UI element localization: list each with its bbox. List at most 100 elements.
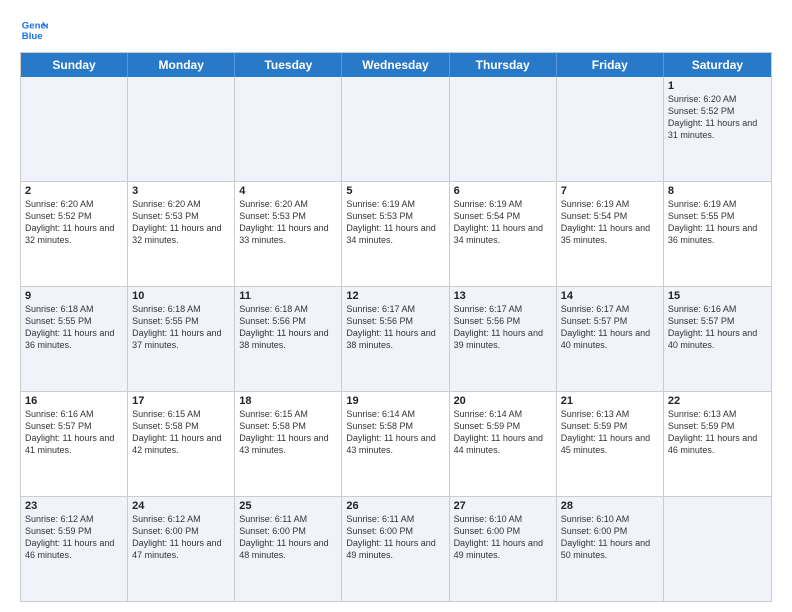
calendar-header-row: SundayMondayTuesdayWednesdayThursdayFrid…	[21, 53, 771, 77]
calendar-cell: 28Sunrise: 6:10 AM Sunset: 6:00 PM Dayli…	[557, 497, 664, 601]
day-info: Sunrise: 6:15 AM Sunset: 5:58 PM Dayligh…	[132, 408, 230, 457]
calendar-cell: 26Sunrise: 6:11 AM Sunset: 6:00 PM Dayli…	[342, 497, 449, 601]
cal-header-friday: Friday	[557, 53, 664, 77]
cal-header-monday: Monday	[128, 53, 235, 77]
svg-text:General: General	[22, 20, 48, 31]
calendar-cell: 7Sunrise: 6:19 AM Sunset: 5:54 PM Daylig…	[557, 182, 664, 286]
day-number: 18	[239, 395, 337, 407]
cal-header-thursday: Thursday	[450, 53, 557, 77]
calendar-week-0: 1Sunrise: 6:20 AM Sunset: 5:52 PM Daylig…	[21, 77, 771, 182]
calendar-cell: 17Sunrise: 6:15 AM Sunset: 5:58 PM Dayli…	[128, 392, 235, 496]
page: General Blue SundayMondayTuesdayWednesda…	[0, 0, 792, 612]
calendar-cell	[128, 77, 235, 181]
calendar-cell: 6Sunrise: 6:19 AM Sunset: 5:54 PM Daylig…	[450, 182, 557, 286]
day-number: 8	[668, 185, 767, 197]
calendar-cell: 15Sunrise: 6:16 AM Sunset: 5:57 PM Dayli…	[664, 287, 771, 391]
day-number: 25	[239, 500, 337, 512]
day-number: 20	[454, 395, 552, 407]
calendar-cell: 16Sunrise: 6:16 AM Sunset: 5:57 PM Dayli…	[21, 392, 128, 496]
day-number: 22	[668, 395, 767, 407]
day-number: 10	[132, 290, 230, 302]
calendar-cell: 9Sunrise: 6:18 AM Sunset: 5:55 PM Daylig…	[21, 287, 128, 391]
svg-text:Blue: Blue	[22, 31, 43, 42]
calendar-week-4: 23Sunrise: 6:12 AM Sunset: 5:59 PM Dayli…	[21, 497, 771, 601]
calendar-week-1: 2Sunrise: 6:20 AM Sunset: 5:52 PM Daylig…	[21, 182, 771, 287]
day-number: 9	[25, 290, 123, 302]
day-info: Sunrise: 6:19 AM Sunset: 5:55 PM Dayligh…	[668, 198, 767, 247]
calendar-body: 1Sunrise: 6:20 AM Sunset: 5:52 PM Daylig…	[21, 77, 771, 601]
day-number: 28	[561, 500, 659, 512]
calendar-cell: 2Sunrise: 6:20 AM Sunset: 5:52 PM Daylig…	[21, 182, 128, 286]
day-info: Sunrise: 6:13 AM Sunset: 5:59 PM Dayligh…	[561, 408, 659, 457]
cal-header-sunday: Sunday	[21, 53, 128, 77]
day-number: 27	[454, 500, 552, 512]
calendar-cell: 12Sunrise: 6:17 AM Sunset: 5:56 PM Dayli…	[342, 287, 449, 391]
day-info: Sunrise: 6:18 AM Sunset: 5:55 PM Dayligh…	[25, 303, 123, 352]
day-number: 6	[454, 185, 552, 197]
calendar-cell: 24Sunrise: 6:12 AM Sunset: 6:00 PM Dayli…	[128, 497, 235, 601]
calendar-cell: 4Sunrise: 6:20 AM Sunset: 5:53 PM Daylig…	[235, 182, 342, 286]
calendar-cell: 11Sunrise: 6:18 AM Sunset: 5:56 PM Dayli…	[235, 287, 342, 391]
day-info: Sunrise: 6:17 AM Sunset: 5:56 PM Dayligh…	[454, 303, 552, 352]
day-number: 13	[454, 290, 552, 302]
calendar-cell	[21, 77, 128, 181]
day-info: Sunrise: 6:11 AM Sunset: 6:00 PM Dayligh…	[346, 513, 444, 562]
day-info: Sunrise: 6:12 AM Sunset: 5:59 PM Dayligh…	[25, 513, 123, 562]
calendar-cell	[450, 77, 557, 181]
day-number: 21	[561, 395, 659, 407]
header: General Blue	[20, 16, 772, 44]
calendar-cell: 23Sunrise: 6:12 AM Sunset: 5:59 PM Dayli…	[21, 497, 128, 601]
day-info: Sunrise: 6:17 AM Sunset: 5:57 PM Dayligh…	[561, 303, 659, 352]
day-number: 19	[346, 395, 444, 407]
day-info: Sunrise: 6:12 AM Sunset: 6:00 PM Dayligh…	[132, 513, 230, 562]
calendar-cell	[557, 77, 664, 181]
day-info: Sunrise: 6:20 AM Sunset: 5:52 PM Dayligh…	[668, 93, 767, 142]
day-info: Sunrise: 6:18 AM Sunset: 5:55 PM Dayligh…	[132, 303, 230, 352]
day-number: 23	[25, 500, 123, 512]
logo: General Blue	[20, 16, 48, 44]
day-info: Sunrise: 6:14 AM Sunset: 5:59 PM Dayligh…	[454, 408, 552, 457]
day-number: 3	[132, 185, 230, 197]
day-info: Sunrise: 6:20 AM Sunset: 5:53 PM Dayligh…	[132, 198, 230, 247]
day-info: Sunrise: 6:16 AM Sunset: 5:57 PM Dayligh…	[25, 408, 123, 457]
day-info: Sunrise: 6:18 AM Sunset: 5:56 PM Dayligh…	[239, 303, 337, 352]
calendar-cell: 5Sunrise: 6:19 AM Sunset: 5:53 PM Daylig…	[342, 182, 449, 286]
day-number: 11	[239, 290, 337, 302]
day-number: 5	[346, 185, 444, 197]
day-number: 16	[25, 395, 123, 407]
calendar-cell: 25Sunrise: 6:11 AM Sunset: 6:00 PM Dayli…	[235, 497, 342, 601]
calendar-cell: 18Sunrise: 6:15 AM Sunset: 5:58 PM Dayli…	[235, 392, 342, 496]
calendar-week-2: 9Sunrise: 6:18 AM Sunset: 5:55 PM Daylig…	[21, 287, 771, 392]
calendar-cell: 8Sunrise: 6:19 AM Sunset: 5:55 PM Daylig…	[664, 182, 771, 286]
calendar-cell: 19Sunrise: 6:14 AM Sunset: 5:58 PM Dayli…	[342, 392, 449, 496]
calendar-cell	[235, 77, 342, 181]
calendar-cell	[342, 77, 449, 181]
day-number: 2	[25, 185, 123, 197]
day-number: 15	[668, 290, 767, 302]
calendar-week-3: 16Sunrise: 6:16 AM Sunset: 5:57 PM Dayli…	[21, 392, 771, 497]
day-number: 4	[239, 185, 337, 197]
day-info: Sunrise: 6:11 AM Sunset: 6:00 PM Dayligh…	[239, 513, 337, 562]
day-info: Sunrise: 6:20 AM Sunset: 5:53 PM Dayligh…	[239, 198, 337, 247]
day-number: 7	[561, 185, 659, 197]
calendar-cell: 22Sunrise: 6:13 AM Sunset: 5:59 PM Dayli…	[664, 392, 771, 496]
day-info: Sunrise: 6:10 AM Sunset: 6:00 PM Dayligh…	[454, 513, 552, 562]
day-number: 26	[346, 500, 444, 512]
calendar-cell: 27Sunrise: 6:10 AM Sunset: 6:00 PM Dayli…	[450, 497, 557, 601]
day-info: Sunrise: 6:19 AM Sunset: 5:54 PM Dayligh…	[561, 198, 659, 247]
day-number: 17	[132, 395, 230, 407]
day-info: Sunrise: 6:19 AM Sunset: 5:53 PM Dayligh…	[346, 198, 444, 247]
day-info: Sunrise: 6:14 AM Sunset: 5:58 PM Dayligh…	[346, 408, 444, 457]
day-number: 14	[561, 290, 659, 302]
day-info: Sunrise: 6:13 AM Sunset: 5:59 PM Dayligh…	[668, 408, 767, 457]
calendar-cell: 13Sunrise: 6:17 AM Sunset: 5:56 PM Dayli…	[450, 287, 557, 391]
calendar-cell: 10Sunrise: 6:18 AM Sunset: 5:55 PM Dayli…	[128, 287, 235, 391]
day-info: Sunrise: 6:20 AM Sunset: 5:52 PM Dayligh…	[25, 198, 123, 247]
calendar-cell: 14Sunrise: 6:17 AM Sunset: 5:57 PM Dayli…	[557, 287, 664, 391]
calendar-cell: 21Sunrise: 6:13 AM Sunset: 5:59 PM Dayli…	[557, 392, 664, 496]
cal-header-tuesday: Tuesday	[235, 53, 342, 77]
day-info: Sunrise: 6:17 AM Sunset: 5:56 PM Dayligh…	[346, 303, 444, 352]
day-info: Sunrise: 6:16 AM Sunset: 5:57 PM Dayligh…	[668, 303, 767, 352]
day-info: Sunrise: 6:10 AM Sunset: 6:00 PM Dayligh…	[561, 513, 659, 562]
day-number: 12	[346, 290, 444, 302]
